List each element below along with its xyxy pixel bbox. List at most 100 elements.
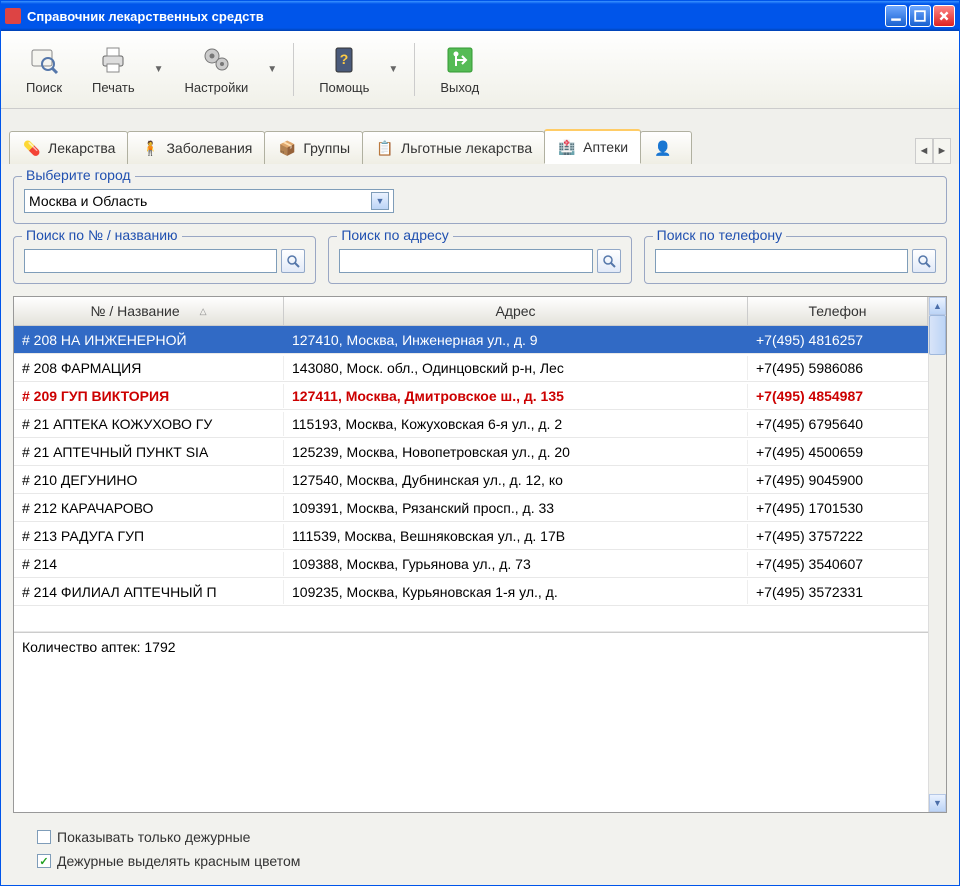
cell-name: # 210 ДЕГУНИНО bbox=[14, 468, 284, 492]
table-row[interactable]: # 210 ДЕГУНИНО127540, Москва, Дубнинская… bbox=[14, 466, 928, 494]
app-icon bbox=[5, 8, 21, 24]
help-dropdown[interactable]: ▼ bbox=[384, 64, 402, 75]
search-button[interactable]: Поиск bbox=[13, 39, 75, 100]
cell-address: 127411, Москва, Дмитровское ш., д. 135 bbox=[284, 384, 748, 408]
cell-address: 109391, Москва, Рязанский просп., д. 33 bbox=[284, 496, 748, 520]
close-button[interactable] bbox=[933, 5, 955, 27]
pharmacy-icon: 🏥 bbox=[557, 137, 577, 157]
search-phone-button[interactable] bbox=[912, 249, 936, 273]
settings-button[interactable]: Настройки bbox=[172, 39, 262, 100]
col-name[interactable]: № / Название△ bbox=[14, 297, 284, 325]
settings-dropdown[interactable]: ▼ bbox=[263, 64, 281, 75]
city-legend: Выберите город bbox=[22, 167, 135, 183]
cell-name: # 212 КАРАЧАРОВО bbox=[14, 496, 284, 520]
table-row[interactable]: # 214 ФИЛИАЛ АПТЕЧНЫЙ П109235, Москва, К… bbox=[14, 578, 928, 606]
tab-pharmacies[interactable]: 🏥Аптеки bbox=[544, 129, 641, 164]
scroll-down-button[interactable]: ▼ bbox=[929, 794, 946, 812]
svg-text:?: ? bbox=[340, 51, 349, 67]
cell-address: 115193, Москва, Кожуховская 6-я ул., д. … bbox=[284, 412, 748, 436]
tab-subsidized[interactable]: 📋Льготные лекарства bbox=[362, 131, 545, 164]
search-address-input[interactable] bbox=[339, 249, 592, 273]
table-row[interactable]: # 21 АПТЕЧНЫЙ ПУНКТ SIA125239, Москва, Н… bbox=[14, 438, 928, 466]
search-address-fieldset: Поиск по адресу bbox=[328, 236, 631, 284]
help-button[interactable]: ? Помощь bbox=[306, 39, 382, 100]
table-row[interactable]: # 208 ФАРМАЦИЯ143080, Моск. обл., Одинцо… bbox=[14, 354, 928, 382]
cell-name: # 214 bbox=[14, 552, 284, 576]
cell-address: 111539, Москва, Вешняковская ул., д. 17В bbox=[284, 524, 748, 548]
city-fieldset: Выберите город Москва и Область ▼ bbox=[13, 176, 947, 224]
search-phone-fieldset: Поиск по телефону bbox=[644, 236, 947, 284]
cell-address: 109235, Москва, Курьяновская 1-я ул., д. bbox=[284, 580, 748, 604]
tab-groups[interactable]: 📦Группы bbox=[264, 131, 363, 164]
table-row[interactable]: # 209 ГУП ВИКТОРИЯ127411, Москва, Дмитро… bbox=[14, 382, 928, 410]
cell-address: 109388, Москва, Гурьянова ул., д. 73 bbox=[284, 552, 748, 576]
cell-address: 125239, Москва, Новопетровская ул., д. 2… bbox=[284, 440, 748, 464]
cell-name: # 214 ФИЛИАЛ АПТЕЧНЫЙ П bbox=[14, 580, 284, 604]
toolbar: Поиск Печать ▼ Настройки ▼ ? Помощь ▼ bbox=[1, 31, 959, 109]
print-icon bbox=[97, 44, 129, 76]
cell-phone: +7(495) 3572331 bbox=[748, 580, 928, 604]
col-phone[interactable]: Телефон bbox=[748, 297, 928, 325]
cell-phone: +7(495) 4854987 bbox=[748, 384, 928, 408]
cell-phone: +7(495) 3757222 bbox=[748, 524, 928, 548]
minimize-button[interactable] bbox=[885, 5, 907, 27]
cell-address: 143080, Моск. обл., Одинцовский р-н, Лес bbox=[284, 356, 748, 380]
table-row[interactable]: # 212 КАРАЧАРОВО109391, Москва, Рязански… bbox=[14, 494, 928, 522]
search-address-button[interactable] bbox=[597, 249, 621, 273]
table-row[interactable]: # 208 НА ИНЖЕНЕРНОЙ127410, Москва, Инжен… bbox=[14, 326, 928, 354]
chevron-down-icon: ▼ bbox=[371, 192, 389, 210]
checkbox-only-duty-row: Показывать только дежурные bbox=[13, 825, 947, 849]
window-title: Справочник лекарственных средств bbox=[27, 9, 885, 24]
exit-icon bbox=[444, 44, 476, 76]
checkbox-highlight-red[interactable]: ✓ bbox=[37, 854, 51, 868]
tabs: 💊Лекарства 🧍Заболевания 📦Группы 📋Льготны… bbox=[1, 109, 959, 164]
exit-button[interactable]: Выход bbox=[427, 39, 492, 100]
pills-icon: 💊 bbox=[22, 138, 42, 158]
cell-phone: +7(495) 9045900 bbox=[748, 468, 928, 492]
cell-name: # 21 АПТЕКА КОЖУХОВО ГУ bbox=[14, 412, 284, 436]
gear-icon bbox=[200, 44, 232, 76]
cell-phone: +7(495) 5986086 bbox=[748, 356, 928, 380]
search-phone-input[interactable] bbox=[655, 249, 908, 273]
tab-more[interactable]: 👤 bbox=[640, 131, 692, 164]
print-button[interactable]: Печать bbox=[79, 39, 148, 100]
city-select[interactable]: Москва и Область ▼ bbox=[24, 189, 394, 213]
search-icon bbox=[28, 44, 60, 76]
cell-phone: +7(495) 3540607 bbox=[748, 552, 928, 576]
clipboard-icon: 📋 bbox=[375, 138, 395, 158]
search-name-input[interactable] bbox=[24, 249, 277, 273]
cell-name: # 209 ГУП ВИКТОРИЯ bbox=[14, 384, 284, 408]
titlebar[interactable]: Справочник лекарственных средств bbox=[1, 1, 959, 31]
cell-name: # 21 АПТЕЧНЫЙ ПУНКТ SIA bbox=[14, 440, 284, 464]
cell-phone: +7(495) 4816257 bbox=[748, 328, 928, 352]
scroll-up-button[interactable]: ▲ bbox=[929, 297, 946, 315]
cell-address: 127410, Москва, Инженерная ул., д. 9 bbox=[284, 328, 748, 352]
col-address[interactable]: Адрес bbox=[284, 297, 748, 325]
print-dropdown[interactable]: ▼ bbox=[150, 64, 168, 75]
cell-name: # 213 РАДУГА ГУП bbox=[14, 524, 284, 548]
tab-scroll-right[interactable]: ► bbox=[933, 138, 951, 164]
tab-medicines[interactable]: 💊Лекарства bbox=[9, 131, 128, 164]
box-icon: 📦 bbox=[277, 138, 297, 158]
pharmacy-table: № / Название△ Адрес Телефон # 208 НА ИНЖ… bbox=[13, 296, 947, 813]
tab-diseases[interactable]: 🧍Заболевания bbox=[127, 131, 265, 164]
search-name-button[interactable] bbox=[281, 249, 305, 273]
table-row[interactable]: # 214109388, Москва, Гурьянова ул., д. 7… bbox=[14, 550, 928, 578]
vertical-scrollbar[interactable]: ▲ ▼ bbox=[928, 297, 946, 812]
checkbox-only-duty[interactable] bbox=[37, 830, 51, 844]
search-name-fieldset: Поиск по № / названию bbox=[13, 236, 316, 284]
table-row[interactable]: # 21 АПТЕКА КОЖУХОВО ГУ115193, Москва, К… bbox=[14, 410, 928, 438]
user-icon: 👤 bbox=[653, 138, 673, 158]
checkbox-highlight-red-row: ✓ Дежурные выделять красным цветом bbox=[13, 849, 947, 873]
scroll-thumb[interactable] bbox=[929, 315, 946, 355]
help-icon: ? bbox=[328, 44, 360, 76]
table-body: # 208 НА ИНЖЕНЕРНОЙ127410, Москва, Инжен… bbox=[14, 326, 928, 606]
table-header: № / Название△ Адрес Телефон bbox=[14, 297, 928, 326]
content: Выберите город Москва и Область ▼ Поиск … bbox=[1, 164, 959, 885]
tab-scroll-left[interactable]: ◄ bbox=[915, 138, 933, 164]
table-row[interactable]: # 213 РАДУГА ГУП111539, Москва, Вешняков… bbox=[14, 522, 928, 550]
maximize-button[interactable] bbox=[909, 5, 931, 27]
sort-indicator: △ bbox=[200, 306, 207, 317]
person-icon: 🧍 bbox=[140, 138, 160, 158]
cell-phone: +7(495) 6795640 bbox=[748, 412, 928, 436]
